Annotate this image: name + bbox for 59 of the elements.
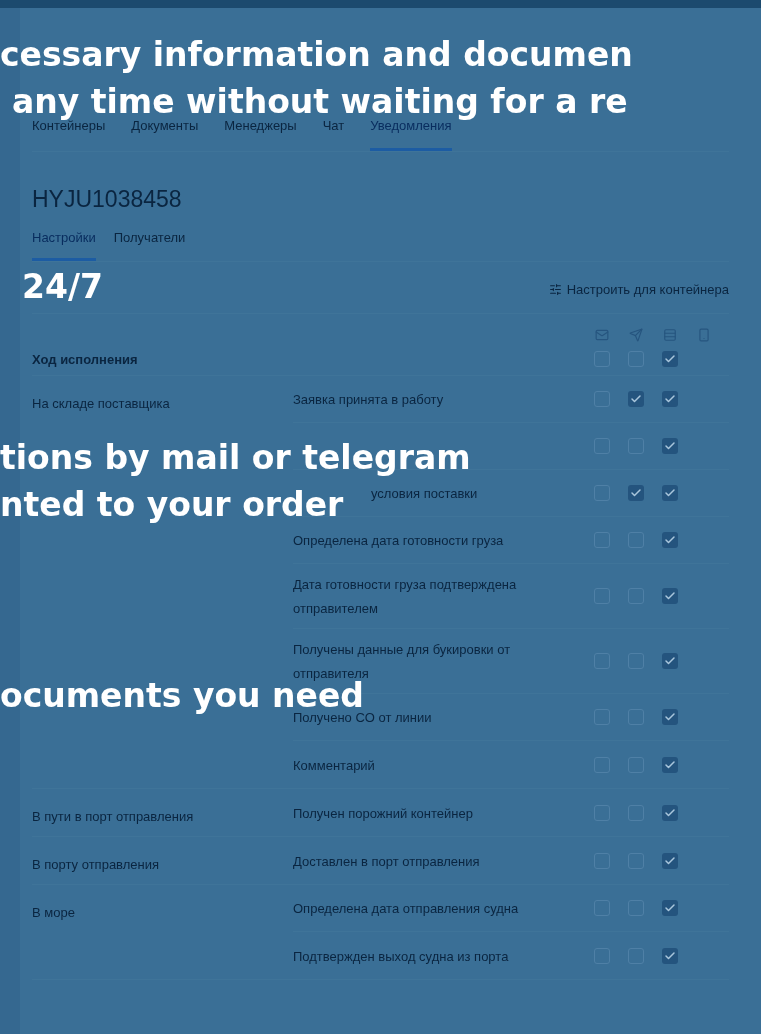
check-icon (664, 949, 676, 962)
checkbox[interactable] (662, 485, 678, 501)
checkbox[interactable] (628, 391, 644, 407)
event-label: Подтвержден выход судна из порта (293, 948, 509, 964)
checkbox[interactable] (662, 588, 678, 604)
event-label: Заявка принята в работу (293, 392, 444, 407)
stage-label: В море (32, 905, 75, 920)
check-icon (664, 440, 676, 452)
configure-button[interactable]: Настроить для контейнера (548, 279, 729, 299)
headline-text: 24/7 (22, 269, 103, 305)
check-icon (664, 655, 676, 667)
check-icon (664, 854, 676, 867)
stage-label: На складе поставщика (32, 396, 170, 411)
checkbox[interactable] (662, 709, 678, 725)
check-icon (664, 590, 676, 602)
paper-plane-icon (629, 328, 643, 342)
checkbox[interactable] (662, 756, 678, 773)
group-label: Ход исполнения (32, 351, 138, 367)
event-label: Получены данные для букировки от отправителя (293, 642, 511, 681)
tab[interactable]: Получатели (113, 228, 186, 261)
stage-label: В порту отправления (32, 857, 159, 872)
headline-text: tions by mail or telegram (0, 440, 471, 476)
check-icon (664, 487, 676, 499)
checkbox[interactable] (662, 852, 678, 869)
check-icon (664, 902, 676, 914)
rows-icon (663, 328, 677, 342)
event-label: Комментарий (293, 757, 375, 773)
checkbox[interactable] (662, 350, 678, 367)
event-label: условия поставки (371, 486, 478, 501)
checkbox[interactable] (628, 485, 644, 501)
event-label: Дата готовности груза подтверждена отправителем (293, 577, 517, 616)
tab[interactable]: Настройки (32, 228, 96, 261)
event-label: Доставлен в порт отправления (293, 853, 480, 869)
checkbox[interactable] (662, 947, 678, 964)
headline-text: cessary information and documen (0, 37, 633, 73)
stage-label: В пути в порт отправления (32, 809, 194, 824)
sliders-icon (548, 282, 562, 296)
check-icon (664, 758, 676, 771)
check-icon (664, 534, 676, 546)
check-icon (630, 393, 642, 405)
mail-icon (595, 328, 609, 342)
check-icon (664, 393, 676, 405)
event-label: Определена дата готовности груза (293, 533, 504, 548)
check-icon (664, 806, 676, 819)
headline-text: nted to your order (0, 487, 344, 523)
container-title: HYJU1038458 (32, 184, 183, 214)
check-icon (664, 711, 676, 723)
check-icon (664, 352, 676, 365)
checkbox[interactable] (662, 391, 678, 407)
event-label: Определена дата отправления судна (293, 901, 519, 916)
checkbox[interactable] (662, 653, 678, 669)
check-icon (630, 487, 642, 499)
checkbox[interactable] (662, 900, 678, 916)
phone-icon (697, 328, 711, 342)
event-label: Получен порожний контейнер (293, 805, 473, 821)
checkbox[interactable] (662, 532, 678, 548)
checkbox[interactable] (662, 804, 678, 821)
tab[interactable]: Уведомления (370, 116, 452, 151)
checkbox[interactable] (662, 438, 678, 454)
